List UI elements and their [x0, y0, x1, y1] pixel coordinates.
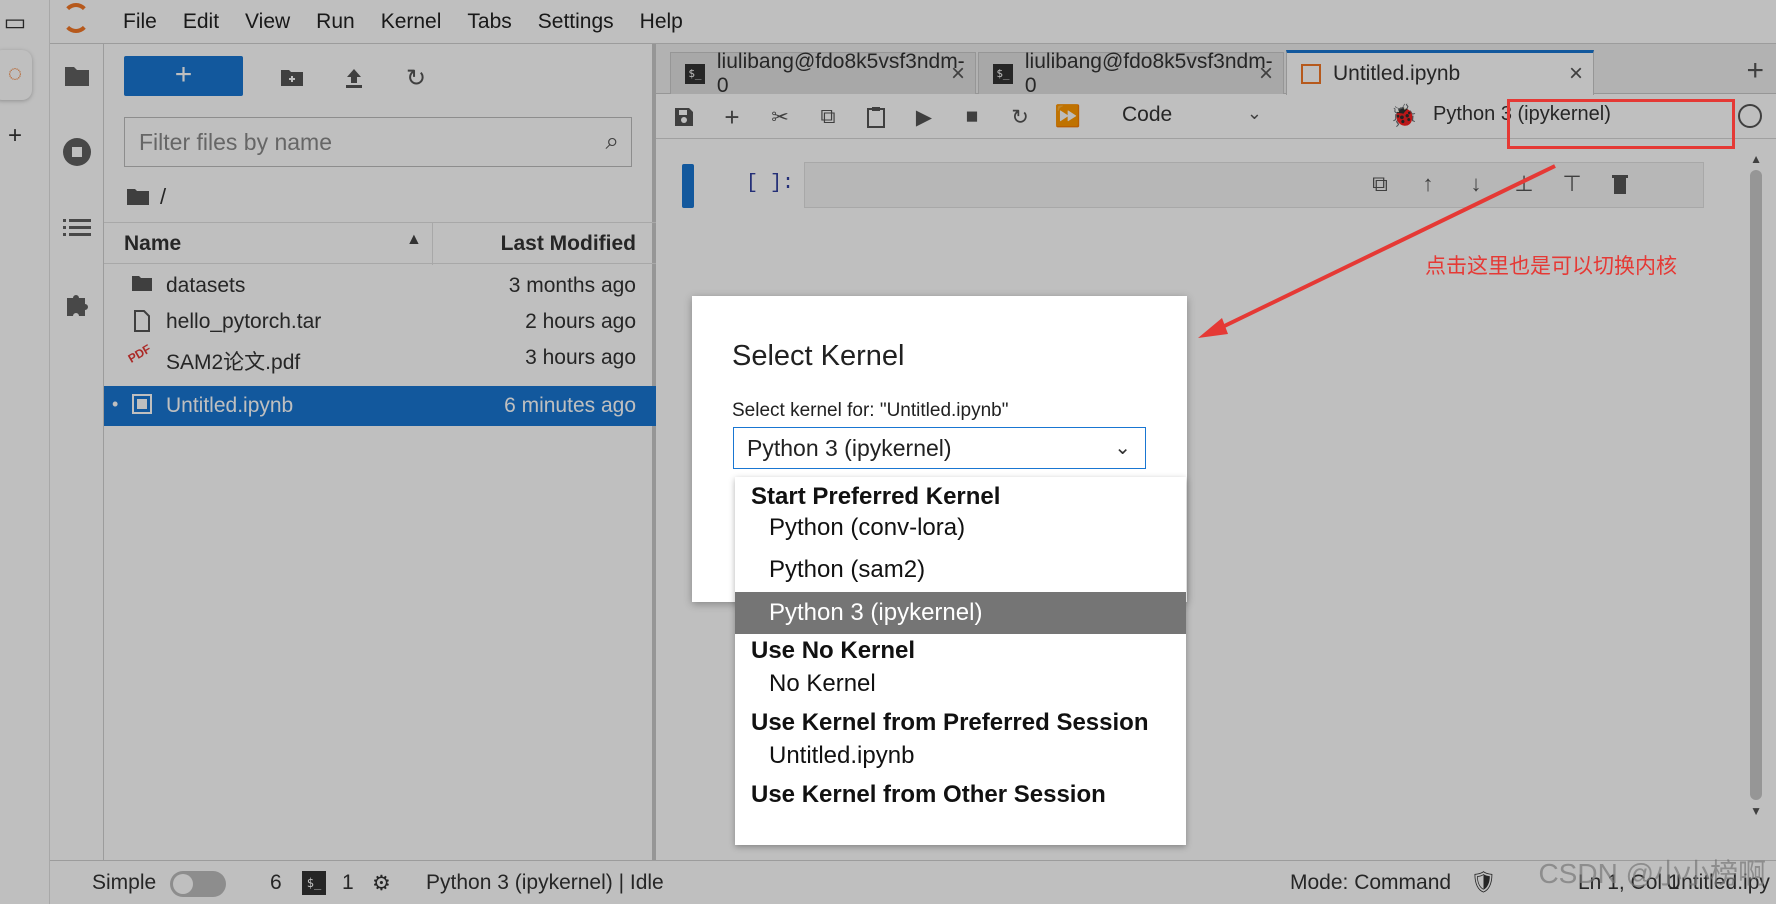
dropdown-group-header: Use Kernel from Preferred Session	[751, 709, 1149, 736]
chevron-down-icon: ⌄	[1114, 437, 1131, 459]
dropdown-group-header: Use No Kernel	[751, 637, 916, 664]
kernel-dropdown-list: Start Preferred Kernel Python (conv-lora…	[735, 477, 1186, 845]
dialog-title: Select Kernel	[732, 340, 905, 372]
dropdown-option-highlighted[interactable]: Python 3 (ipykernel)	[735, 592, 1186, 634]
dropdown-option[interactable]: No Kernel	[735, 663, 1186, 705]
kernel-select-value: Python 3 (ipykernel)	[747, 435, 952, 461]
watermark: CSDN @小小榜啊	[1538, 858, 1766, 889]
dropdown-option[interactable]: Untitled.ipynb	[735, 735, 1186, 777]
dropdown-option[interactable]: Python (sam2)	[735, 549, 1186, 591]
kernel-select[interactable]: Python 3 (ipykernel) ⌄	[733, 427, 1146, 469]
annotation-highlight-box	[1507, 99, 1735, 149]
dialog-label: Select kernel for: "Untitled.ipynb"	[732, 400, 1009, 421]
annotation-text: 点击这里也是可以切换内核	[1425, 255, 1677, 278]
dropdown-group-header: Use Kernel from Other Session	[751, 781, 1106, 808]
dropdown-option[interactable]: Python (conv-lora)	[735, 507, 1186, 549]
